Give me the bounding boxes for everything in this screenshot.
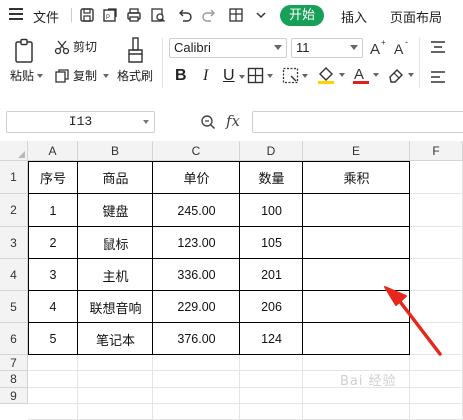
red-arrow-annotation (384, 286, 442, 356)
watermark: Bai 经验 (340, 374, 397, 389)
